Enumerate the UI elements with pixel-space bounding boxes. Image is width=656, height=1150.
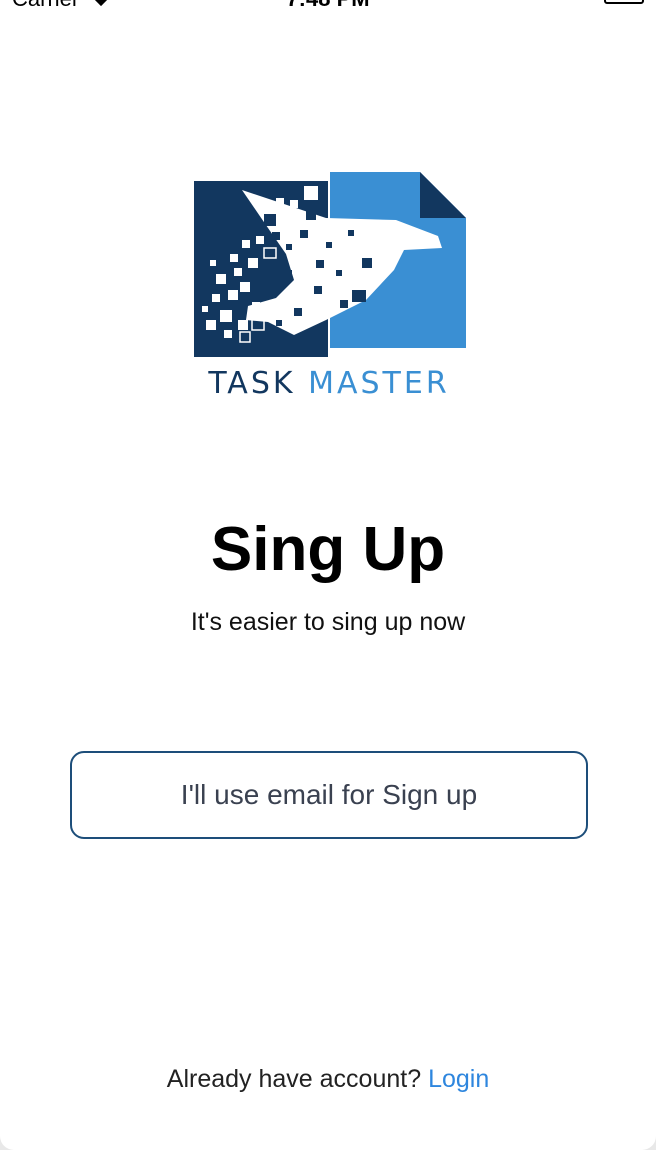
page-subtitle: It's easier to sing up now [190,608,466,636]
status-time: 7:48 PM [0,0,656,12]
logo-word-master: MASTER [308,366,450,401]
login-prompt: Already have account? Login [0,1062,656,1096]
page-title: Sing Up [210,515,446,584]
app-logo: TASK MASTER [176,170,482,402]
logo-word-task: TASK [208,366,296,401]
status-bar: Carrier 7:48 PM [0,0,656,12]
screen-bottom-edge [0,1136,656,1150]
login-link[interactable]: Login [428,1065,489,1093]
logo-graphic [194,172,466,357]
logo-wordmark: TASK MASTER [176,366,482,401]
battery-icon [604,0,644,4]
login-prompt-text: Already have account? [166,1065,422,1093]
email-signup-button[interactable]: I'll use email for Sign up [70,751,588,839]
